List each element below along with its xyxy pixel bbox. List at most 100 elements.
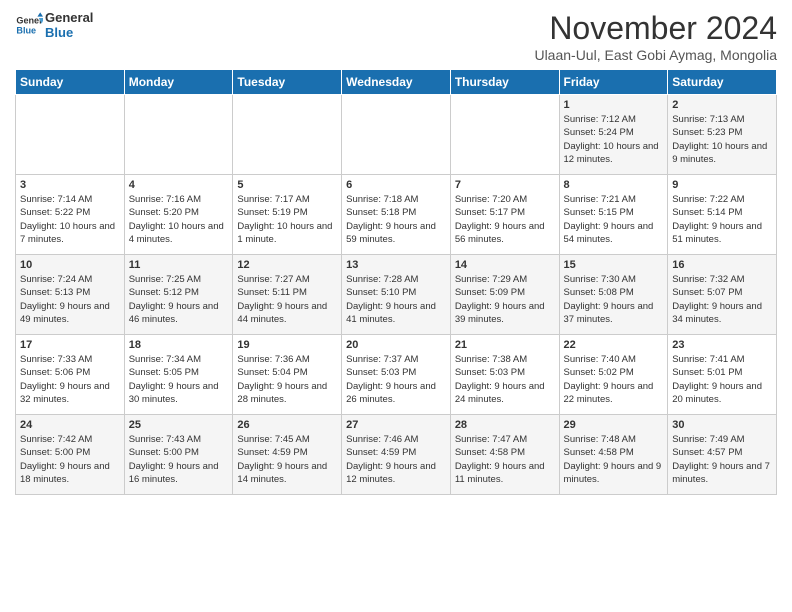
day-number: 18	[129, 339, 229, 351]
header-wednesday: Wednesday	[342, 70, 451, 95]
day-number: 13	[346, 259, 446, 271]
day-cell: 17 Sunrise: 7:33 AM Sunset: 5:06 PM Dayli…	[16, 335, 125, 415]
day-info: Sunrise: 7:14 AM Sunset: 5:22 PM Dayligh…	[20, 193, 120, 246]
day-info: Sunrise: 7:20 AM Sunset: 5:17 PM Dayligh…	[455, 193, 555, 246]
day-cell	[233, 95, 342, 175]
logo-icon: General Blue	[15, 11, 43, 39]
day-info: Sunrise: 7:46 AM Sunset: 4:59 PM Dayligh…	[346, 433, 446, 486]
day-cell: 1Sunrise: 7:12 AM Sunset: 5:24 PM Daylig…	[559, 95, 668, 175]
day-cell: 15 Sunrise: 7:30 AM Sunset: 5:08 PM Dayli…	[559, 255, 668, 335]
day-info: Sunrise: 7:33 AM Sunset: 5:06 PM Dayligh…	[20, 353, 120, 406]
header-tuesday: Tuesday	[233, 70, 342, 95]
day-number: 20	[346, 339, 446, 351]
title-section: November 2024 Ulaan-Uul, East Gobi Aymag…	[534, 10, 777, 63]
day-cell: 26 Sunrise: 7:45 AM Sunset: 4:59 PM Dayli…	[233, 415, 342, 495]
day-cell: 14 Sunrise: 7:29 AM Sunset: 5:09 PM Dayli…	[450, 255, 559, 335]
week-row-3: 10Sunrise: 7:24 AM Sunset: 5:13 PM Dayli…	[16, 255, 777, 335]
day-info: Sunrise: 7:18 AM Sunset: 5:18 PM Dayligh…	[346, 193, 446, 246]
day-number: 17	[20, 339, 120, 351]
day-cell: 30 Sunrise: 7:49 AM Sunset: 4:57 PM Dayli…	[668, 415, 777, 495]
day-cell: 20 Sunrise: 7:37 AM Sunset: 5:03 PM Dayli…	[342, 335, 451, 415]
week-row-4: 17 Sunrise: 7:33 AM Sunset: 5:06 PM Dayli…	[16, 335, 777, 415]
day-cell	[342, 95, 451, 175]
day-number: 27	[346, 419, 446, 431]
day-cell: 23Sunrise: 7:41 AM Sunset: 5:01 PM Dayli…	[668, 335, 777, 415]
day-info: Sunrise: 7:25 AM Sunset: 5:12 PM Dayligh…	[129, 273, 229, 326]
day-info: Sunrise: 7:30 AM Sunset: 5:08 PM Dayligh…	[564, 273, 664, 326]
day-info: Sunrise: 7:38 AM Sunset: 5:03 PM Dayligh…	[455, 353, 555, 406]
day-number: 29	[564, 419, 664, 431]
header-thursday: Thursday	[450, 70, 559, 95]
day-number: 10	[20, 259, 120, 271]
calendar-subtitle: Ulaan-Uul, East Gobi Aymag, Mongolia	[534, 47, 777, 63]
day-cell: 5Sunrise: 7:17 AM Sunset: 5:19 PM Daylig…	[233, 175, 342, 255]
day-cell: 13 Sunrise: 7:28 AM Sunset: 5:10 PM Dayli…	[342, 255, 451, 335]
day-info: Sunrise: 7:29 AM Sunset: 5:09 PM Dayligh…	[455, 273, 555, 326]
day-info: Sunrise: 7:45 AM Sunset: 4:59 PM Dayligh…	[237, 433, 337, 486]
day-cell: 3 Sunrise: 7:14 AM Sunset: 5:22 PM Daylig…	[16, 175, 125, 255]
day-number: 11	[129, 259, 229, 271]
day-number: 21	[455, 339, 555, 351]
day-info: Sunrise: 7:27 AM Sunset: 5:11 PM Dayligh…	[237, 273, 337, 326]
day-number: 3	[20, 179, 120, 191]
day-number: 26	[237, 419, 337, 431]
day-number: 30	[672, 419, 772, 431]
header-friday: Friday	[559, 70, 668, 95]
day-cell: 8 Sunrise: 7:21 AM Sunset: 5:15 PM Daylig…	[559, 175, 668, 255]
day-info: Sunrise: 7:13 AM Sunset: 5:23 PM Dayligh…	[672, 113, 772, 166]
day-cell: 9Sunrise: 7:22 AM Sunset: 5:14 PM Daylig…	[668, 175, 777, 255]
day-cell: 21 Sunrise: 7:38 AM Sunset: 5:03 PM Dayli…	[450, 335, 559, 415]
day-cell: 18 Sunrise: 7:34 AM Sunset: 5:05 PM Dayli…	[124, 335, 233, 415]
day-cell: 22Sunrise: 7:40 AM Sunset: 5:02 PM Dayli…	[559, 335, 668, 415]
day-cell: 6 Sunrise: 7:18 AM Sunset: 5:18 PM Daylig…	[342, 175, 451, 255]
day-info: Sunrise: 7:34 AM Sunset: 5:05 PM Dayligh…	[129, 353, 229, 406]
day-number: 22	[564, 339, 664, 351]
day-info: Sunrise: 7:37 AM Sunset: 5:03 PM Dayligh…	[346, 353, 446, 406]
calendar-table: SundayMondayTuesdayWednesdayThursdayFrid…	[15, 69, 777, 495]
day-info: Sunrise: 7:28 AM Sunset: 5:10 PM Dayligh…	[346, 273, 446, 326]
day-number: 15	[564, 259, 664, 271]
day-number: 8	[564, 179, 664, 191]
day-number: 24	[20, 419, 120, 431]
day-number: 28	[455, 419, 555, 431]
day-cell: 19 Sunrise: 7:36 AM Sunset: 5:04 PM Dayli…	[233, 335, 342, 415]
day-cell: 24Sunrise: 7:42 AM Sunset: 5:00 PM Dayli…	[16, 415, 125, 495]
day-cell: 12 Sunrise: 7:27 AM Sunset: 5:11 PM Dayli…	[233, 255, 342, 335]
calendar-header-row: SundayMondayTuesdayWednesdayThursdayFrid…	[16, 70, 777, 95]
day-cell: 11 Sunrise: 7:25 AM Sunset: 5:12 PM Dayli…	[124, 255, 233, 335]
day-number: 16	[672, 259, 772, 271]
header-sunday: Sunday	[16, 70, 125, 95]
day-info: Sunrise: 7:22 AM Sunset: 5:14 PM Dayligh…	[672, 193, 772, 246]
day-number: 19	[237, 339, 337, 351]
day-number: 7	[455, 179, 555, 191]
day-number: 14	[455, 259, 555, 271]
day-number: 2	[672, 99, 772, 111]
day-info: Sunrise: 7:49 AM Sunset: 4:57 PM Dayligh…	[672, 433, 772, 486]
day-info: Sunrise: 7:21 AM Sunset: 5:15 PM Dayligh…	[564, 193, 664, 246]
day-cell: 2 Sunrise: 7:13 AM Sunset: 5:23 PM Daylig…	[668, 95, 777, 175]
day-number: 12	[237, 259, 337, 271]
day-cell	[450, 95, 559, 175]
logo-line2: Blue	[45, 25, 93, 40]
calendar-title: November 2024	[534, 10, 777, 47]
day-info: Sunrise: 7:48 AM Sunset: 4:58 PM Dayligh…	[564, 433, 664, 486]
day-number: 4	[129, 179, 229, 191]
day-cell: 16 Sunrise: 7:32 AM Sunset: 5:07 PM Dayli…	[668, 255, 777, 335]
day-cell	[124, 95, 233, 175]
day-cell	[16, 95, 125, 175]
svg-text:Blue: Blue	[16, 25, 36, 35]
day-info: Sunrise: 7:47 AM Sunset: 4:58 PM Dayligh…	[455, 433, 555, 486]
header: General Blue General Blue November 2024 …	[15, 10, 777, 63]
day-cell: 4Sunrise: 7:16 AM Sunset: 5:20 PM Daylig…	[124, 175, 233, 255]
day-cell: 27 Sunrise: 7:46 AM Sunset: 4:59 PM Dayli…	[342, 415, 451, 495]
day-info: Sunrise: 7:36 AM Sunset: 5:04 PM Dayligh…	[237, 353, 337, 406]
day-info: Sunrise: 7:12 AM Sunset: 5:24 PM Dayligh…	[564, 113, 664, 166]
day-cell: 29 Sunrise: 7:48 AM Sunset: 4:58 PM Dayli…	[559, 415, 668, 495]
day-info: Sunrise: 7:32 AM Sunset: 5:07 PM Dayligh…	[672, 273, 772, 326]
week-row-2: 3 Sunrise: 7:14 AM Sunset: 5:22 PM Daylig…	[16, 175, 777, 255]
day-number: 25	[129, 419, 229, 431]
day-number: 6	[346, 179, 446, 191]
svg-text:General: General	[16, 16, 43, 26]
day-info: Sunrise: 7:43 AM Sunset: 5:00 PM Dayligh…	[129, 433, 229, 486]
day-number: 5	[237, 179, 337, 191]
